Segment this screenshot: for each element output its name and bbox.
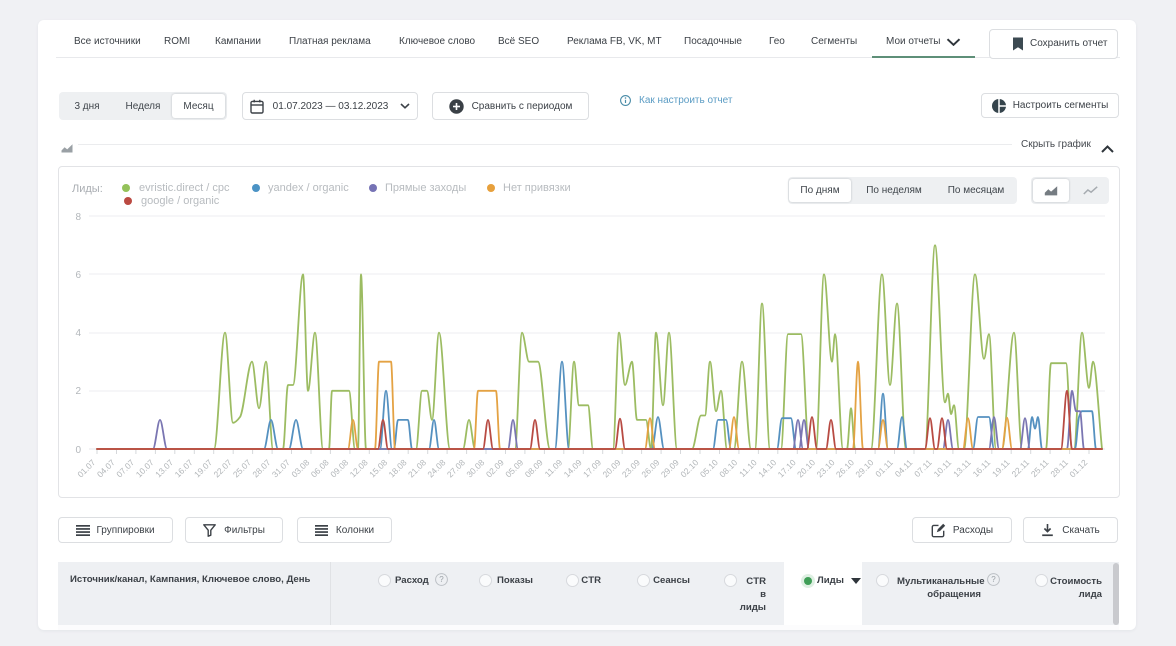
svg-text:28.07: 28.07: [250, 457, 272, 479]
svg-text:17.09: 17.09: [581, 457, 603, 479]
svg-text:0: 0: [75, 445, 81, 456]
svg-text:06.08: 06.08: [309, 457, 331, 479]
svg-text:10.11: 10.11: [932, 457, 954, 479]
svg-text:27.08: 27.08: [445, 457, 467, 479]
svg-text:30.08: 30.08: [464, 457, 486, 479]
svg-text:08.09: 08.09: [523, 457, 545, 479]
svg-text:04.07: 04.07: [95, 457, 117, 479]
svg-text:07.11: 07.11: [912, 457, 934, 479]
svg-text:20.10: 20.10: [795, 457, 817, 479]
svg-text:26.09: 26.09: [639, 457, 661, 479]
svg-text:23.09: 23.09: [620, 457, 642, 479]
svg-text:6: 6: [75, 270, 81, 281]
svg-text:29.09: 29.09: [659, 457, 681, 479]
svg-text:20.09: 20.09: [600, 457, 622, 479]
svg-text:13.07: 13.07: [153, 457, 175, 479]
svg-text:26.10: 26.10: [834, 457, 856, 479]
svg-text:16.11: 16.11: [971, 457, 993, 479]
svg-text:12.08: 12.08: [348, 457, 370, 479]
svg-text:4: 4: [75, 328, 81, 339]
svg-text:23.10: 23.10: [814, 457, 836, 479]
svg-text:10.07: 10.07: [134, 457, 156, 479]
svg-text:07.07: 07.07: [114, 457, 136, 479]
svg-text:08.10: 08.10: [717, 457, 739, 479]
svg-text:05.09: 05.09: [503, 457, 525, 479]
svg-text:05.10: 05.10: [698, 457, 720, 479]
svg-text:04.11: 04.11: [893, 457, 915, 479]
svg-text:17.10: 17.10: [776, 457, 798, 479]
svg-text:25.11: 25.11: [1029, 457, 1051, 479]
svg-text:8: 8: [75, 212, 81, 223]
svg-text:02.09: 02.09: [484, 457, 506, 479]
svg-text:11.10: 11.10: [737, 457, 759, 479]
svg-text:28.11: 28.11: [1048, 457, 1070, 479]
svg-text:03.08: 03.08: [289, 457, 311, 479]
svg-text:31.07: 31.07: [270, 457, 292, 479]
svg-text:18.08: 18.08: [386, 457, 408, 479]
svg-text:22.11: 22.11: [1009, 457, 1031, 479]
svg-text:25.07: 25.07: [231, 457, 253, 479]
svg-text:22.07: 22.07: [211, 457, 233, 479]
svg-text:02.10: 02.10: [678, 457, 700, 479]
svg-text:?: ?: [991, 575, 996, 584]
svg-text:16.07: 16.07: [173, 457, 195, 479]
svg-text:15.08: 15.08: [367, 457, 389, 479]
svg-text:19.11: 19.11: [990, 457, 1012, 479]
svg-text:11.09: 11.09: [543, 457, 565, 479]
svg-text:09.08: 09.08: [328, 457, 350, 479]
svg-text:2: 2: [75, 386, 81, 397]
svg-text:19.07: 19.07: [192, 457, 214, 479]
svg-text:14.10: 14.10: [756, 457, 778, 479]
svg-text:29.10: 29.10: [853, 457, 875, 479]
svg-text:01.12: 01.12: [1067, 457, 1089, 479]
svg-text:13.11: 13.11: [951, 457, 973, 479]
svg-text:24.08: 24.08: [425, 457, 447, 479]
svg-text:01.11: 01.11: [873, 457, 895, 479]
svg-text:14.09: 14.09: [562, 457, 584, 479]
svg-text:21.08: 21.08: [406, 457, 428, 479]
svg-text:01.07: 01.07: [75, 457, 97, 479]
